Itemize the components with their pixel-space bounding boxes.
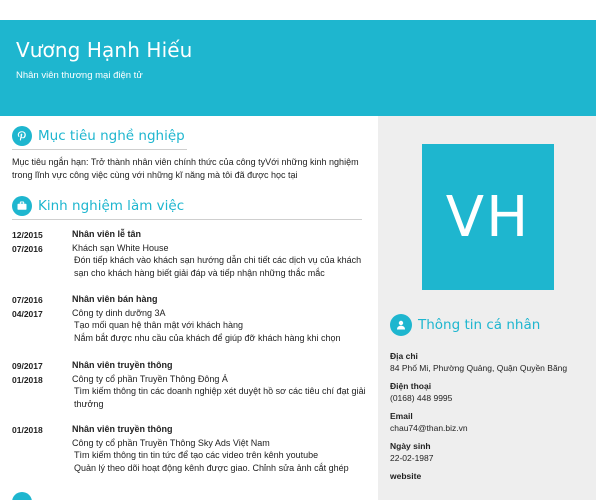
briefcase-icon [12,196,32,216]
next-section-icon [12,492,32,500]
personal-info-list: Địa chỉ 84 Phố Mi, Phường Quảng, Quận Qu… [390,344,590,482]
experience-desc: Tìm kiếm thông tin các doanh nghiệp xét … [74,386,366,409]
experience-end: 04/2017 [12,309,43,319]
experience-item: 01/2018 Nhân viên truyền thông Công ty c… [12,423,376,487]
experience-body: Nhân viên truyền thông Công ty cổ phần T… [72,423,374,474]
phone-label: Điện thoại [390,381,432,391]
objective-heading: Mục tiêu nghề nghiệp [12,126,185,146]
experience-desc: Tìm kiếm thông tin tin tức để tạo các vi… [74,450,349,473]
experience-role: Nhân viên truyền thông [72,424,173,434]
side-column: VH Thông tin cá nhân Địa chỉ 84 Phố Mi, … [378,116,596,500]
website-label: website [390,471,422,481]
experience-start: 07/2016 [12,295,43,305]
personal-heading: Thông tin cá nhân [390,314,540,336]
cv-header: Vương Hạnh Hiếu Nhân viên thương mại điệ… [0,20,596,116]
experience-item: 09/2017 01/2018 Nhân viên truyền thông C… [12,359,376,415]
experience-divider [12,219,362,220]
experience-desc: Đón tiếp khách vào khách sạn hướng dẫn c… [74,255,362,278]
experience-role: Nhân viên bán hàng [72,294,158,304]
experience-start: 01/2018 [12,425,43,435]
address-label: Địa chỉ [390,351,418,361]
experience-item: 07/2016 04/2017 Nhân viên bán hàng Công … [12,293,376,349]
experience-dates: 07/2016 04/2017 [12,293,68,321]
experience-start: 12/2015 [12,230,43,240]
birthday-label: Ngày sinh [390,441,431,451]
email-value: chau74@than.biz.vn [390,423,468,433]
experience-end: 07/2016 [12,244,43,254]
objective-title: Mục tiêu nghề nghiệp [38,128,185,144]
experience-body: Nhân viên lễ tân Khách sạn White House Đ… [72,228,374,279]
experience-company: Khách sạn White House [72,242,169,253]
phone-value: (0168) 448 9995 [390,393,453,403]
experience-title: Kinh nghiệm làm việc [38,198,185,214]
person-icon [390,314,412,336]
avatar-initials: VH [445,184,531,250]
pinterest-icon [12,126,32,146]
candidate-job-title: Nhân viên thương mại điện tử [16,70,143,81]
experience-company: Công ty cổ phần Truyền Thông Đông Á [72,373,228,384]
personal-title: Thông tin cá nhân [418,317,541,333]
main-column: Mục tiêu nghề nghiệp Mục tiêu ngắn hạn: … [0,116,378,500]
address-value: 84 Phố Mi, Phường Quảng, Quận Quyền Băng [390,363,568,373]
avatar: VH [422,144,554,290]
candidate-name: Vương Hạnh Hiếu [16,38,193,62]
objective-divider [12,149,187,150]
experience-end: 01/2018 [12,375,43,385]
email-label: Email [390,411,413,421]
experience-body: Nhân viên truyền thông Công ty cổ phần T… [72,359,374,410]
experience-role: Nhân viên truyền thông [72,360,173,370]
experience-company: Công ty dinh dưỡng 3A [72,307,166,318]
experience-heading: Kinh nghiệm làm việc [12,196,184,216]
experience-company: Công ty cổ phần Truyền Thông Sky Ads Việ… [72,437,270,448]
birthday-value: 22-02-1987 [390,453,434,463]
experience-item: 12/2015 07/2016 Nhân viên lễ tân Khách s… [12,228,376,290]
objective-text: Mục tiêu ngắn hạn: Trở thành nhân viên c… [12,157,359,180]
experience-body: Nhân viên bán hàng Công ty dinh dưỡng 3A… [72,293,374,344]
experience-dates: 01/2018 [12,423,68,437]
experience-dates: 12/2015 07/2016 [12,228,68,256]
experience-role: Nhân viên lễ tân [72,229,142,239]
experience-start: 09/2017 [12,361,43,371]
experience-desc: Tạo mối quan hệ thân mật với khách hàng … [74,320,341,343]
experience-dates: 09/2017 01/2018 [12,359,68,387]
